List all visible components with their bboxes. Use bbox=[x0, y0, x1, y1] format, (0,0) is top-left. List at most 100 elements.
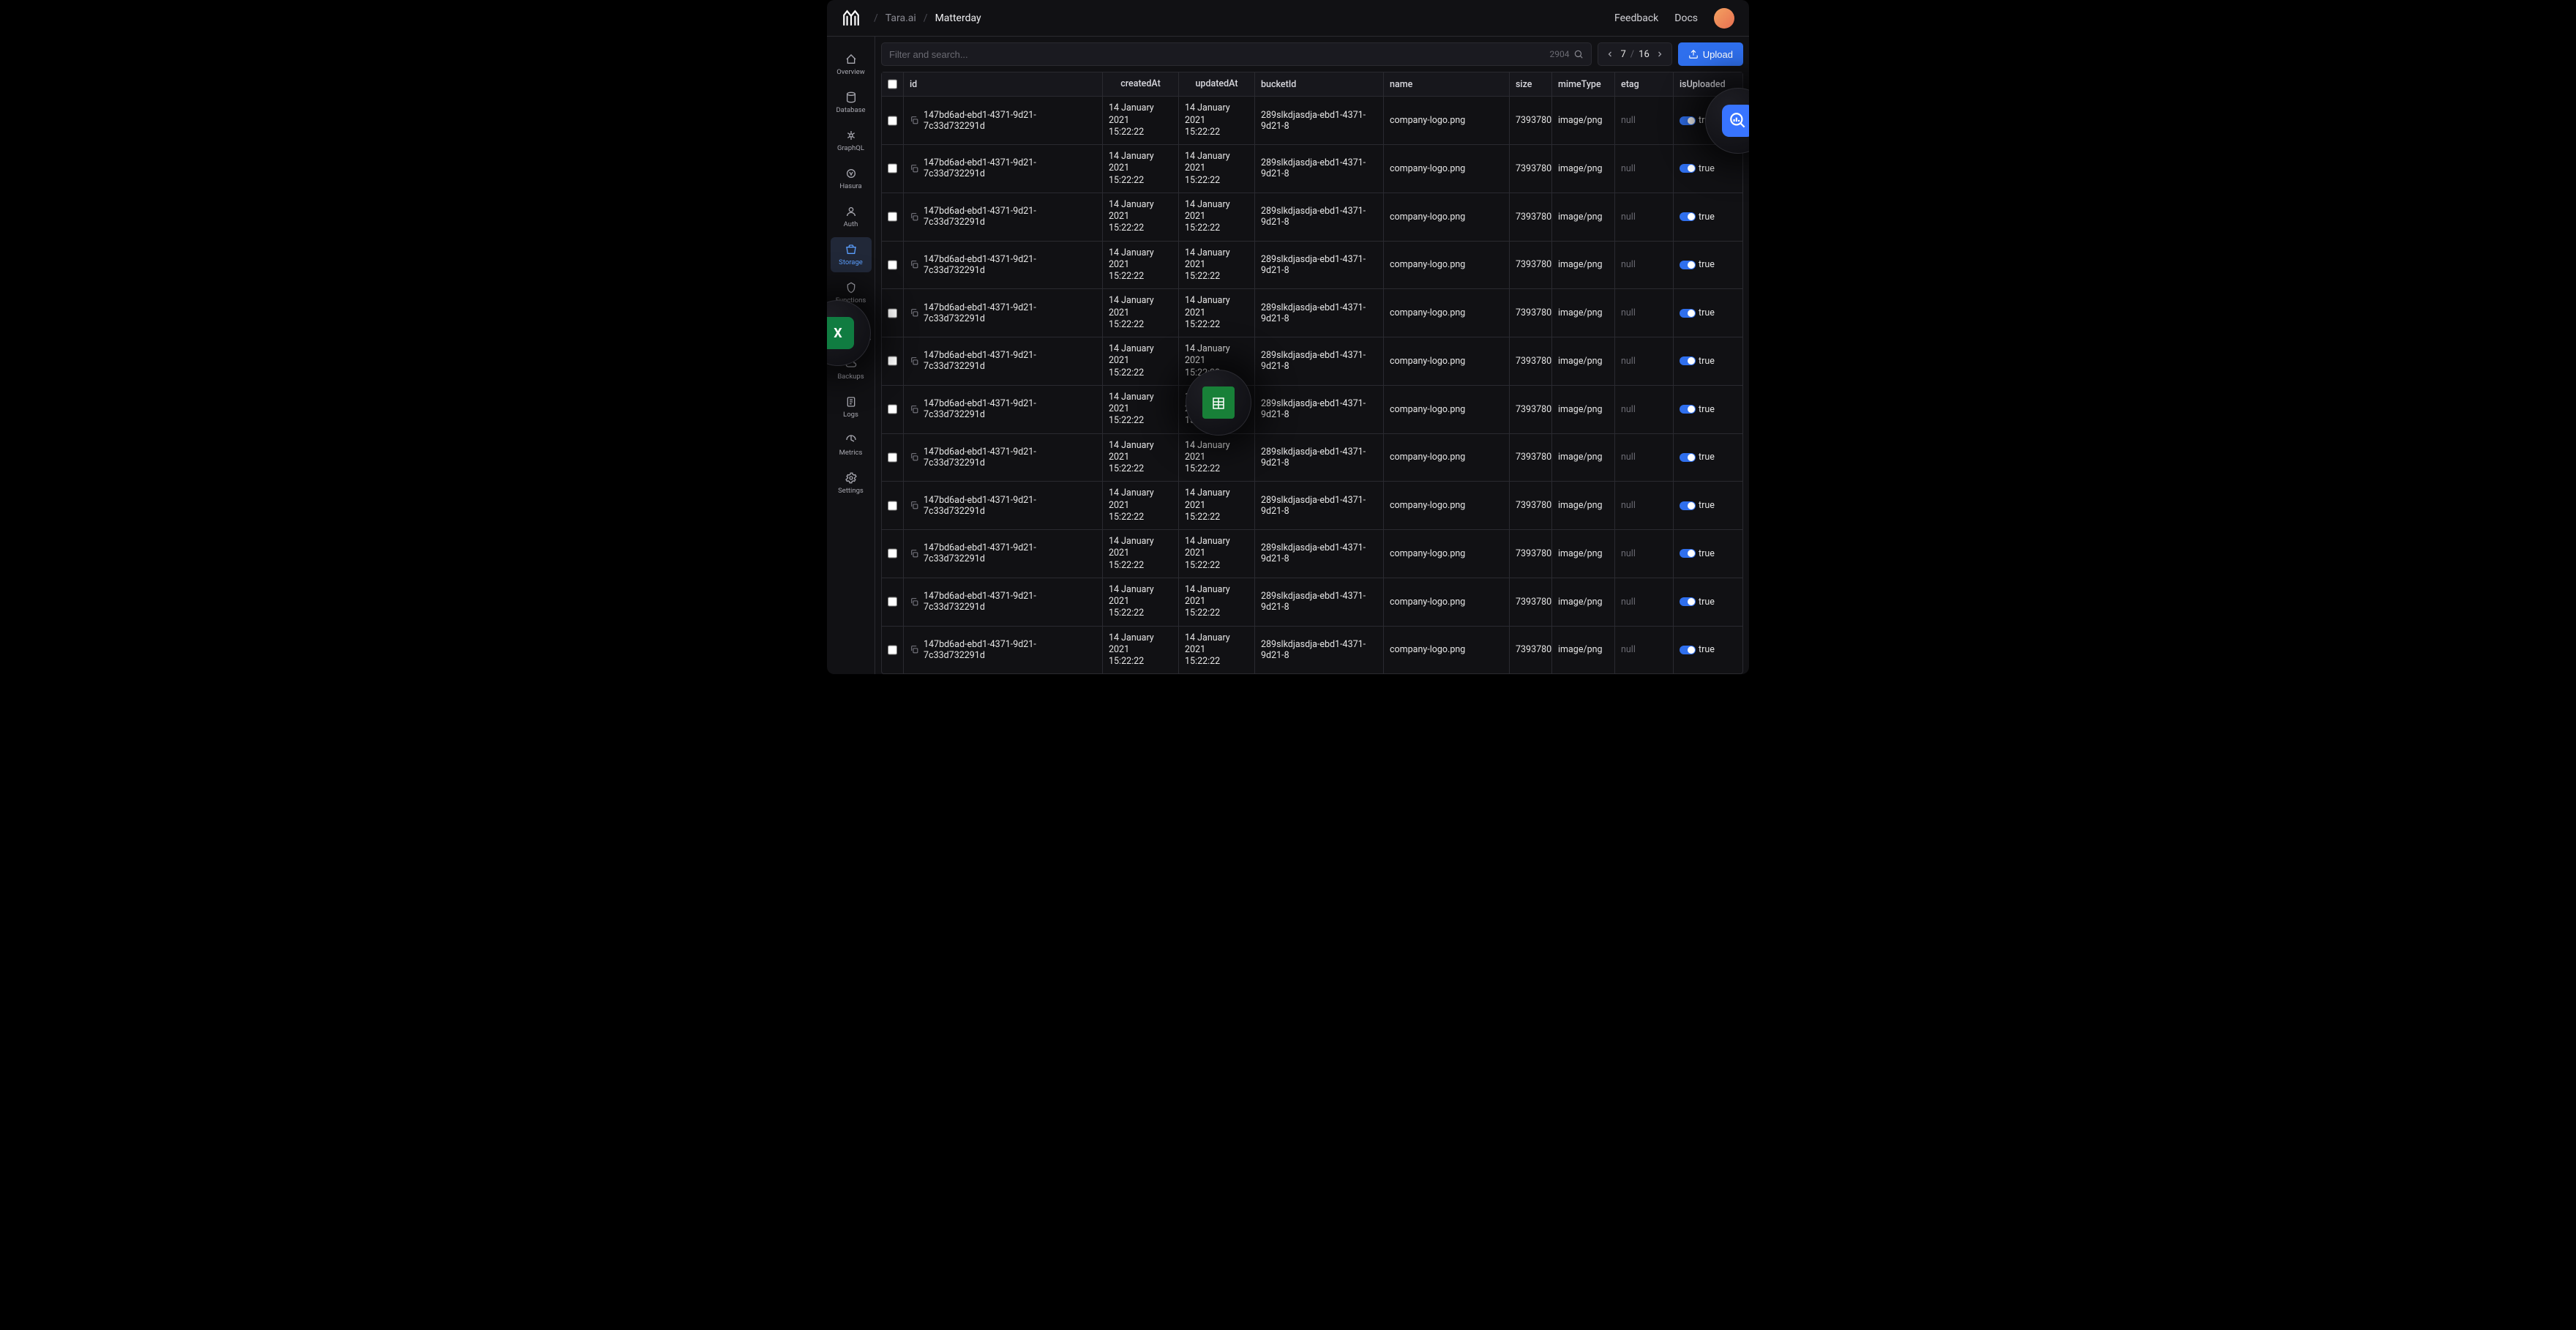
table-row[interactable]: 147bd6ad-ebd1-4371-9d21-7c33d732291d 14 … bbox=[882, 482, 1742, 530]
uploaded-toggle[interactable] bbox=[1680, 261, 1696, 269]
avatar[interactable] bbox=[1714, 8, 1734, 29]
cell-isUploaded: true bbox=[1699, 212, 1715, 223]
table-row[interactable]: 147bd6ad-ebd1-4371-9d21-7c33d732291d 14 … bbox=[882, 242, 1742, 290]
auth-icon bbox=[845, 206, 857, 217]
row-checkbox[interactable] bbox=[888, 260, 897, 270]
copy-icon[interactable] bbox=[910, 308, 919, 318]
page-next[interactable] bbox=[1654, 50, 1666, 59]
uploaded-toggle[interactable] bbox=[1680, 501, 1696, 510]
table-row[interactable]: 147bd6ad-ebd1-4371-9d21-7c33d732291d 14 … bbox=[882, 193, 1742, 242]
breadcrumb-project[interactable]: Matterday bbox=[935, 12, 981, 24]
table-row[interactable]: 147bd6ad-ebd1-4371-9d21-7c33d732291d 14 … bbox=[882, 145, 1742, 193]
table-row[interactable]: 147bd6ad-ebd1-4371-9d21-7c33d732291d 14 … bbox=[882, 386, 1742, 434]
table-row[interactable]: 147bd6ad-ebd1-4371-9d21-7c33d732291d 14 … bbox=[882, 578, 1742, 627]
sidebar-item-overview[interactable]: Overview bbox=[831, 47, 872, 82]
sidebar-item-metrics[interactable]: Metrics bbox=[831, 427, 872, 463]
result-count: 2904 bbox=[1550, 49, 1570, 59]
uploaded-toggle[interactable] bbox=[1680, 453, 1696, 462]
cell-updatedAt-date: 14 January 2021 bbox=[1185, 343, 1248, 367]
copy-icon[interactable] bbox=[910, 501, 919, 510]
table-row[interactable]: 147bd6ad-ebd1-4371-9d21-7c33d732291d 14 … bbox=[882, 530, 1742, 578]
row-checkbox[interactable] bbox=[888, 212, 897, 222]
table-row[interactable]: 147bd6ad-ebd1-4371-9d21-7c33d732291d 14 … bbox=[882, 97, 1742, 145]
row-checkbox[interactable] bbox=[888, 548, 897, 558]
cell-isUploaded: true bbox=[1699, 500, 1715, 511]
search[interactable]: 2904 bbox=[881, 42, 1592, 66]
row-checkbox[interactable] bbox=[888, 501, 897, 511]
cell-name: company-logo.png bbox=[1390, 356, 1465, 367]
sidebar-item-auth[interactable]: Auth bbox=[831, 199, 872, 234]
copy-icon[interactable] bbox=[910, 597, 919, 607]
table-row[interactable]: 147bd6ad-ebd1-4371-9d21-7c33d732291d 14 … bbox=[882, 289, 1742, 337]
col-bucketId[interactable]: bucketId bbox=[1255, 72, 1384, 96]
uploaded-toggle[interactable] bbox=[1680, 116, 1696, 125]
page-prev[interactable] bbox=[1604, 50, 1616, 59]
col-size[interactable]: size bbox=[1510, 72, 1552, 96]
upload-button[interactable]: Upload bbox=[1678, 42, 1743, 66]
copy-icon[interactable] bbox=[910, 452, 919, 462]
col-createdAt[interactable]: createdAt bbox=[1103, 72, 1179, 96]
breadcrumb-org[interactable]: Tara.ai bbox=[886, 12, 916, 24]
overview-icon bbox=[845, 53, 857, 65]
copy-icon[interactable] bbox=[910, 405, 919, 414]
cell-etag: null bbox=[1621, 404, 1636, 415]
col-mimeType[interactable]: mimeType bbox=[1552, 72, 1615, 96]
table-row[interactable]: 147bd6ad-ebd1-4371-9d21-7c33d732291d 14 … bbox=[882, 434, 1742, 482]
uploaded-toggle[interactable] bbox=[1680, 597, 1696, 606]
copy-icon[interactable] bbox=[910, 212, 919, 222]
cell-size: 7393780 bbox=[1516, 548, 1551, 559]
cell-name: company-logo.png bbox=[1390, 307, 1465, 318]
sidebar-item-settings[interactable]: Settings bbox=[831, 466, 872, 501]
table-row[interactable]: 147bd6ad-ebd1-4371-9d21-7c33d732291d 14 … bbox=[882, 337, 1742, 386]
col-name[interactable]: name bbox=[1384, 72, 1510, 96]
docs-link[interactable]: Docs bbox=[1674, 12, 1698, 24]
col-updatedAt[interactable]: updatedAt bbox=[1179, 72, 1255, 96]
sidebar-item-graphql[interactable]: GraphQL bbox=[831, 123, 872, 158]
row-checkbox[interactable] bbox=[888, 404, 897, 414]
search-input[interactable] bbox=[889, 49, 1550, 60]
uploaded-toggle[interactable] bbox=[1680, 212, 1696, 221]
select-all-checkbox[interactable] bbox=[888, 79, 897, 89]
copy-icon[interactable] bbox=[910, 356, 919, 366]
copy-icon[interactable] bbox=[910, 164, 919, 173]
row-checkbox[interactable] bbox=[888, 116, 897, 126]
row-checkbox[interactable] bbox=[888, 308, 897, 318]
uploaded-toggle[interactable] bbox=[1680, 646, 1696, 654]
feedback-link[interactable]: Feedback bbox=[1614, 12, 1658, 24]
cell-etag: null bbox=[1621, 115, 1636, 126]
cell-bucketId: 289slkdjasdja-ebd1-4371-9d21-8 bbox=[1261, 350, 1377, 372]
sidebar-item-logs[interactable]: Logs bbox=[831, 389, 872, 425]
sidebar-item-storage[interactable]: Storage bbox=[831, 237, 872, 272]
row-checkbox[interactable] bbox=[888, 452, 897, 463]
uploaded-toggle[interactable] bbox=[1680, 405, 1696, 414]
cell-size: 7393780 bbox=[1516, 259, 1551, 270]
cell-createdAt-time: 15:22:22 bbox=[1109, 656, 1144, 668]
table-row[interactable]: 147bd6ad-ebd1-4371-9d21-7c33d732291d 14 … bbox=[882, 627, 1742, 674]
cell-updatedAt-time: 15:22:22 bbox=[1185, 319, 1220, 331]
copy-icon[interactable] bbox=[910, 549, 919, 558]
row-checkbox[interactable] bbox=[888, 163, 897, 173]
copy-icon[interactable] bbox=[910, 260, 919, 269]
col-id[interactable]: id bbox=[904, 72, 1103, 96]
row-checkbox[interactable] bbox=[888, 597, 897, 607]
cell-bucketId: 289slkdjasdja-ebd1-4371-9d21-8 bbox=[1261, 639, 1377, 661]
cell-updatedAt-time: 15:22:22 bbox=[1185, 463, 1220, 475]
uploaded-toggle[interactable] bbox=[1680, 164, 1696, 173]
sidebar-item-hasura[interactable]: Hasura bbox=[831, 161, 872, 196]
row-checkbox[interactable] bbox=[888, 645, 897, 655]
uploaded-toggle[interactable] bbox=[1680, 309, 1696, 318]
cell-updatedAt-time: 15:22:22 bbox=[1185, 223, 1220, 234]
cell-bucketId: 289slkdjasdja-ebd1-4371-9d21-8 bbox=[1261, 447, 1377, 468]
graphql-icon bbox=[845, 130, 857, 141]
cell-size: 7393780 bbox=[1516, 597, 1551, 608]
col-etag[interactable]: etag bbox=[1615, 72, 1674, 96]
sidebar-item-label: Storage bbox=[839, 258, 863, 266]
cell-etag: null bbox=[1621, 452, 1636, 463]
uploaded-toggle[interactable] bbox=[1680, 549, 1696, 558]
row-checkbox[interactable] bbox=[888, 356, 897, 366]
copy-icon[interactable] bbox=[910, 645, 919, 654]
copy-icon[interactable] bbox=[910, 116, 919, 125]
uploaded-toggle[interactable] bbox=[1680, 356, 1696, 365]
cell-bucketId: 289slkdjasdja-ebd1-4371-9d21-8 bbox=[1261, 110, 1377, 132]
sidebar-item-database[interactable]: Database bbox=[831, 85, 872, 120]
